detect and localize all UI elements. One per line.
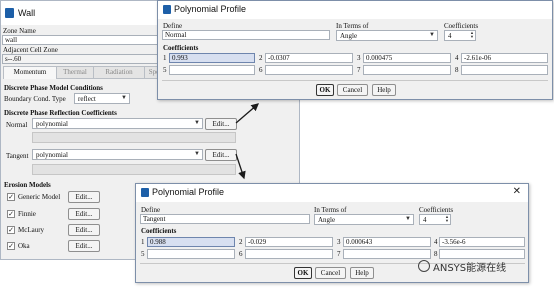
coef-index: 4 (434, 238, 438, 246)
spinner-arrows-icon: ▲ ▼ (445, 214, 449, 223)
coef-index: 1 (141, 238, 145, 246)
coef-index: 3 (357, 54, 361, 62)
help-button[interactable]: Help (350, 267, 374, 279)
spinner-arrows-icon: ▲ ▼ (470, 30, 474, 39)
coef-index: 7 (337, 250, 341, 258)
coef-1-input[interactable]: 0.993 (169, 53, 255, 63)
coef-index: 7 (357, 66, 361, 74)
close-icon[interactable]: ✕ (513, 186, 521, 197)
define-field[interactable]: Tangent (140, 214, 310, 224)
coef-2-input[interactable]: -0.029 (245, 237, 333, 247)
coef-index: 4 (455, 54, 459, 62)
coef-1-input[interactable]: 0.988 (147, 237, 235, 247)
coef-index: 8 (434, 250, 438, 258)
coefficients-count-spinner[interactable]: 4 ▲ ▼ (444, 30, 476, 41)
coef-4-input[interactable]: -2.61e-06 (461, 53, 548, 63)
watermark: ANSYS能源在线 (418, 258, 552, 274)
coefficients-count-label: Coefficients (444, 22, 479, 30)
fluent-app-icon (163, 5, 171, 14)
coefficients-count-spinner[interactable]: 4 ▲ ▼ (419, 214, 451, 225)
normal-callout-arrow (235, 103, 259, 124)
wechat-icon (418, 260, 430, 272)
divider (162, 80, 548, 81)
profile-normal-title: Polynomial Profile (174, 4, 247, 14)
cancel-button[interactable]: Cancel (315, 267, 346, 279)
ok-button[interactable]: OK (294, 267, 312, 279)
coefficients-count-value: 4 (448, 32, 452, 40)
help-button[interactable]: Help (372, 84, 396, 96)
in-terms-of-value: Angle (318, 216, 336, 224)
in-terms-of-select[interactable]: Angle ▼ (314, 214, 414, 225)
tangent-callout-arrow (235, 153, 246, 180)
in-terms-of-value: Angle (340, 32, 358, 40)
polynomial-profile-normal-dialog: Polynomial Profile Define Normal In Term… (157, 0, 553, 100)
coef-index: 2 (259, 54, 263, 62)
cancel-button[interactable]: Cancel (337, 84, 368, 96)
in-terms-of-select[interactable]: Angle ▼ (336, 30, 438, 41)
chevron-down-icon: ▼ (405, 216, 411, 222)
coef-index: 5 (141, 250, 145, 258)
fluent-app-icon (141, 188, 149, 197)
coef-3-input[interactable]: 0.000475 (363, 53, 451, 63)
coefficients-count-label: Coefficients (419, 206, 454, 214)
define-field[interactable]: Normal (162, 30, 330, 40)
coef-6-input[interactable] (265, 65, 353, 75)
coef-index: 2 (239, 238, 243, 246)
coef-index: 8 (455, 66, 459, 74)
coef-index: 3 (337, 238, 341, 246)
define-label: Define (163, 22, 183, 30)
coef-index: 6 (259, 66, 263, 74)
coef-8-input[interactable] (461, 65, 548, 75)
coefficients-heading: Coefficients (163, 44, 199, 52)
profile-normal-titlebar[interactable]: Polynomial Profile (158, 1, 552, 19)
coef-5-input[interactable] (169, 65, 255, 75)
coef-index: 1 (163, 54, 167, 62)
in-terms-of-label: In Terms of (336, 22, 369, 30)
coefficients-count-value: 4 (423, 216, 427, 224)
ok-button[interactable]: OK (316, 84, 334, 96)
coef-7-input[interactable] (363, 65, 451, 75)
coef-5-input[interactable] (147, 249, 235, 259)
watermark-text: ANSYS能源在线 (433, 263, 507, 274)
coef-3-input[interactable]: 0.000643 (343, 237, 431, 247)
coef-index: 5 (163, 66, 167, 74)
coef-2-input[interactable]: -0.0307 (265, 53, 353, 63)
coef-6-input[interactable] (245, 249, 333, 259)
coefficients-heading: Coefficients (141, 227, 177, 235)
chevron-down-icon: ▼ (429, 32, 435, 38)
define-label: Define (141, 206, 161, 214)
coef-index: 6 (239, 250, 243, 258)
profile-tangent-titlebar[interactable]: Polynomial Profile ✕ (136, 184, 528, 202)
coef-4-input[interactable]: -3.56e-6 (439, 237, 525, 247)
profile-tangent-title: Polynomial Profile (152, 187, 225, 197)
in-terms-of-label: In Terms of (314, 206, 347, 214)
